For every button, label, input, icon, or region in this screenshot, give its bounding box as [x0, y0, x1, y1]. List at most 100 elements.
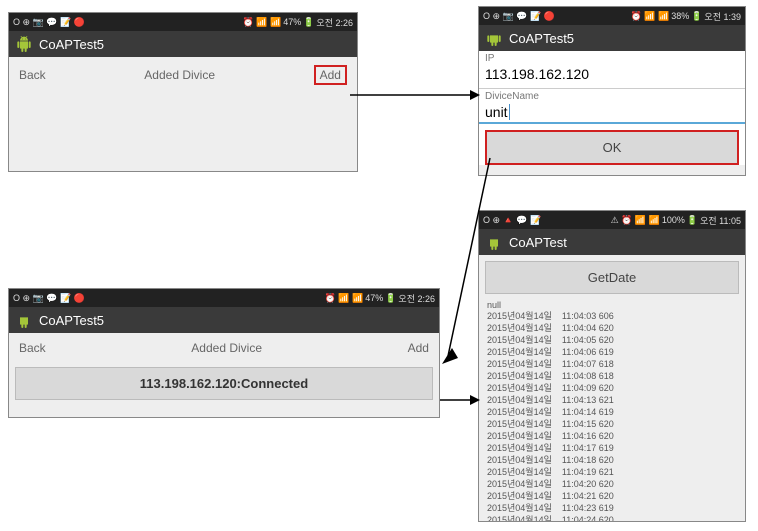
log-row: 2015년04월14일 11:04:07 618 [479, 358, 745, 370]
battery-text: 47% [283, 17, 301, 27]
log-date: 2015년04월14일 [487, 334, 552, 346]
log-time: 11:04:24 620 [562, 514, 614, 522]
status-icons-right: ⏰ 📶 📶 47% 🔋 오전 2:26 [325, 292, 435, 305]
log-time: 11:04:13 621 [562, 394, 614, 406]
list-title: Added Divice [191, 341, 262, 355]
battery-text: 38% [671, 11, 689, 21]
getdate-button[interactable]: GetDate [485, 261, 739, 294]
log-row: 2015년04월14일 11:04:09 620 [479, 382, 745, 394]
log-date: 2015년04월14일 [487, 346, 552, 358]
battery-text: 100% [662, 215, 685, 225]
phone-screen-getdate: O ⊕ 🔺 💬 📝 ⚠ ⏰ 📶 📶 100% 🔋 오전 11:05 CoAPTe… [478, 210, 746, 522]
log-row: 2015년04월14일 11:04:04 620 [479, 322, 745, 334]
log-row: 2015년04월14일11:04:17 619 [479, 442, 745, 454]
log-date: 2015년04월14일 [487, 478, 552, 490]
log-date: 2015년04월14일 [487, 466, 552, 478]
log-row: 2015년04월14일 11:04:03 606 [479, 310, 745, 322]
status-icons-left: O ⊕ 🔺 💬 📝 [483, 215, 541, 226]
status-icons-left: O ⊕ 📷 💬 📝 🔴 [13, 17, 85, 28]
log-date: 2015년04월14일 [487, 514, 552, 522]
ok-button[interactable]: OK [485, 130, 739, 165]
app-bar: CoAPTest [479, 229, 745, 255]
status-bar: O ⊕ 🔺 💬 📝 ⚠ ⏰ 📶 📶 100% 🔋 오전 11:05 [479, 211, 745, 229]
android-icon [485, 233, 503, 251]
log-row: 2015년04월14일11:04:21 620 [479, 490, 745, 502]
status-bar: O ⊕ 📷 💬 📝 🔴 ⏰ 📶 📶 47% 🔋 오전 2:26 [9, 13, 357, 31]
app-title: CoAPTest5 [39, 37, 104, 52]
phone-screen-add-form: O ⊕ 📷 💬 📝 🔴 ⏰ 📶 📶 38% 🔋 오전 1:39 CoAPTest… [478, 6, 746, 176]
phone-screen-add-list: O ⊕ 📷 💬 📝 🔴 ⏰ 📶 📶 47% 🔋 오전 2:26 CoAPTest… [8, 12, 358, 172]
list-header: Back Added Divice Add [9, 333, 439, 363]
log-row: 2015년04월14일11:04:08 618 [479, 370, 745, 382]
flow-arrow [350, 85, 480, 105]
ip-input[interactable]: 113.198.162.120 [479, 64, 745, 89]
log-date: 2015년04월14일 [487, 310, 552, 322]
log-time: 11:04:15 620 [562, 418, 614, 430]
app-bar: CoAPTest5 [9, 31, 357, 57]
log-date: 2015년04월14일 [487, 430, 552, 442]
log-date: 2015년04월14일 [487, 418, 552, 430]
status-bar: O ⊕ 📷 💬 📝 🔴 ⏰ 📶 📶 47% 🔋 오전 2:26 [9, 289, 439, 307]
log-date: 2015년04월14일 [487, 454, 552, 466]
log-time: 11:04:17 619 [562, 442, 614, 454]
log-row: 2015년04월14일 11:04:23 619 [479, 502, 745, 514]
back-button[interactable]: Back [19, 341, 46, 355]
log-date: 2015년04월14일 [487, 322, 552, 334]
log-row: 2015년04월14일 11:04:15 620 [479, 418, 745, 430]
log-row: 2015년04월14일11:04:13 621 [479, 394, 745, 406]
battery-text: 47% [365, 293, 383, 303]
log-row: 2015년04월14일 11:04:14 619 [479, 406, 745, 418]
log-time: 11:04:23 619 [562, 502, 614, 514]
log-row: 2015년04월14일 11:04:05 620 [479, 334, 745, 346]
list-header: Back Added Divice Add [9, 57, 357, 93]
log-date: 2015년04월14일 [487, 406, 552, 418]
log-date: 2015년04월14일 [487, 502, 552, 514]
flow-arrow [440, 390, 480, 410]
log-time: 11:04:05 620 [562, 334, 614, 346]
log-time: 11:04:19 621 [562, 466, 614, 478]
log-row: 2015년04월14일 11:04:20 620 [479, 478, 745, 490]
ip-label: IP [479, 51, 745, 64]
log-date: 2015년04월14일 [487, 358, 552, 370]
status-icons-right: ⚠ ⏰ 📶 📶 100% 🔋 오전 11:05 [611, 214, 741, 227]
log-row: 2015년04월14일 11:04:16 620 [479, 430, 745, 442]
log-time: 11:04:20 620 [562, 478, 614, 490]
list-title: Added Divice [144, 68, 215, 82]
clock-text: 오전 2:26 [316, 16, 353, 29]
log-time: 11:04:16 620 [562, 430, 614, 442]
log-time: 11:04:18 620 [562, 454, 614, 466]
app-bar: CoAPTest5 [9, 307, 439, 333]
log-time: 11:04:04 620 [562, 322, 614, 334]
log-time: 11:04:08 618 [562, 370, 614, 382]
log-row: 2015년04월14일 11:04:19 621 [479, 466, 745, 478]
add-button[interactable]: Add [314, 65, 347, 85]
clock-text: 오전 1:39 [704, 10, 741, 23]
log-list: 2015년04월14일11:04:03 6062015년04월14일11:04:… [479, 310, 745, 522]
log-date: 2015년04월14일 [487, 490, 552, 502]
log-date: 2015년04월14일 [487, 382, 552, 394]
name-label: DiviceName [479, 89, 745, 102]
log-time: 11:04:09 620 [562, 382, 614, 394]
android-icon [15, 35, 33, 53]
log-time: 11:04:07 618 [562, 358, 614, 370]
log-row: 2015년04월14일 11:04:24 620 [479, 514, 745, 522]
log-time: 11:04:03 606 [562, 310, 614, 322]
status-icons-left: O ⊕ 📷 💬 📝 🔴 [13, 293, 85, 304]
app-bar: CoAPTest5 [479, 25, 745, 51]
log-time: 11:04:06 619 [562, 346, 614, 358]
app-title: CoAPTest5 [39, 313, 104, 328]
status-icons-left: O ⊕ 📷 💬 📝 🔴 [483, 11, 555, 22]
app-title: CoAPTest [509, 235, 567, 250]
connected-device-row[interactable]: 113.198.162.120:Connected [15, 367, 433, 400]
android-icon [15, 311, 33, 329]
status-icons-right: ⏰ 📶 📶 47% 🔋 오전 2:26 [243, 16, 353, 29]
android-icon [485, 29, 503, 47]
clock-text: 오전 2:26 [398, 292, 435, 305]
add-button[interactable]: Add [408, 341, 429, 355]
null-text: null [479, 300, 745, 310]
back-button[interactable]: Back [19, 68, 46, 82]
log-row: 2015년04월14일 11:04:06 619 [479, 346, 745, 358]
app-title: CoAPTest5 [509, 31, 574, 46]
log-time: 11:04:14 619 [562, 406, 614, 418]
name-input[interactable]: unit [479, 102, 745, 124]
